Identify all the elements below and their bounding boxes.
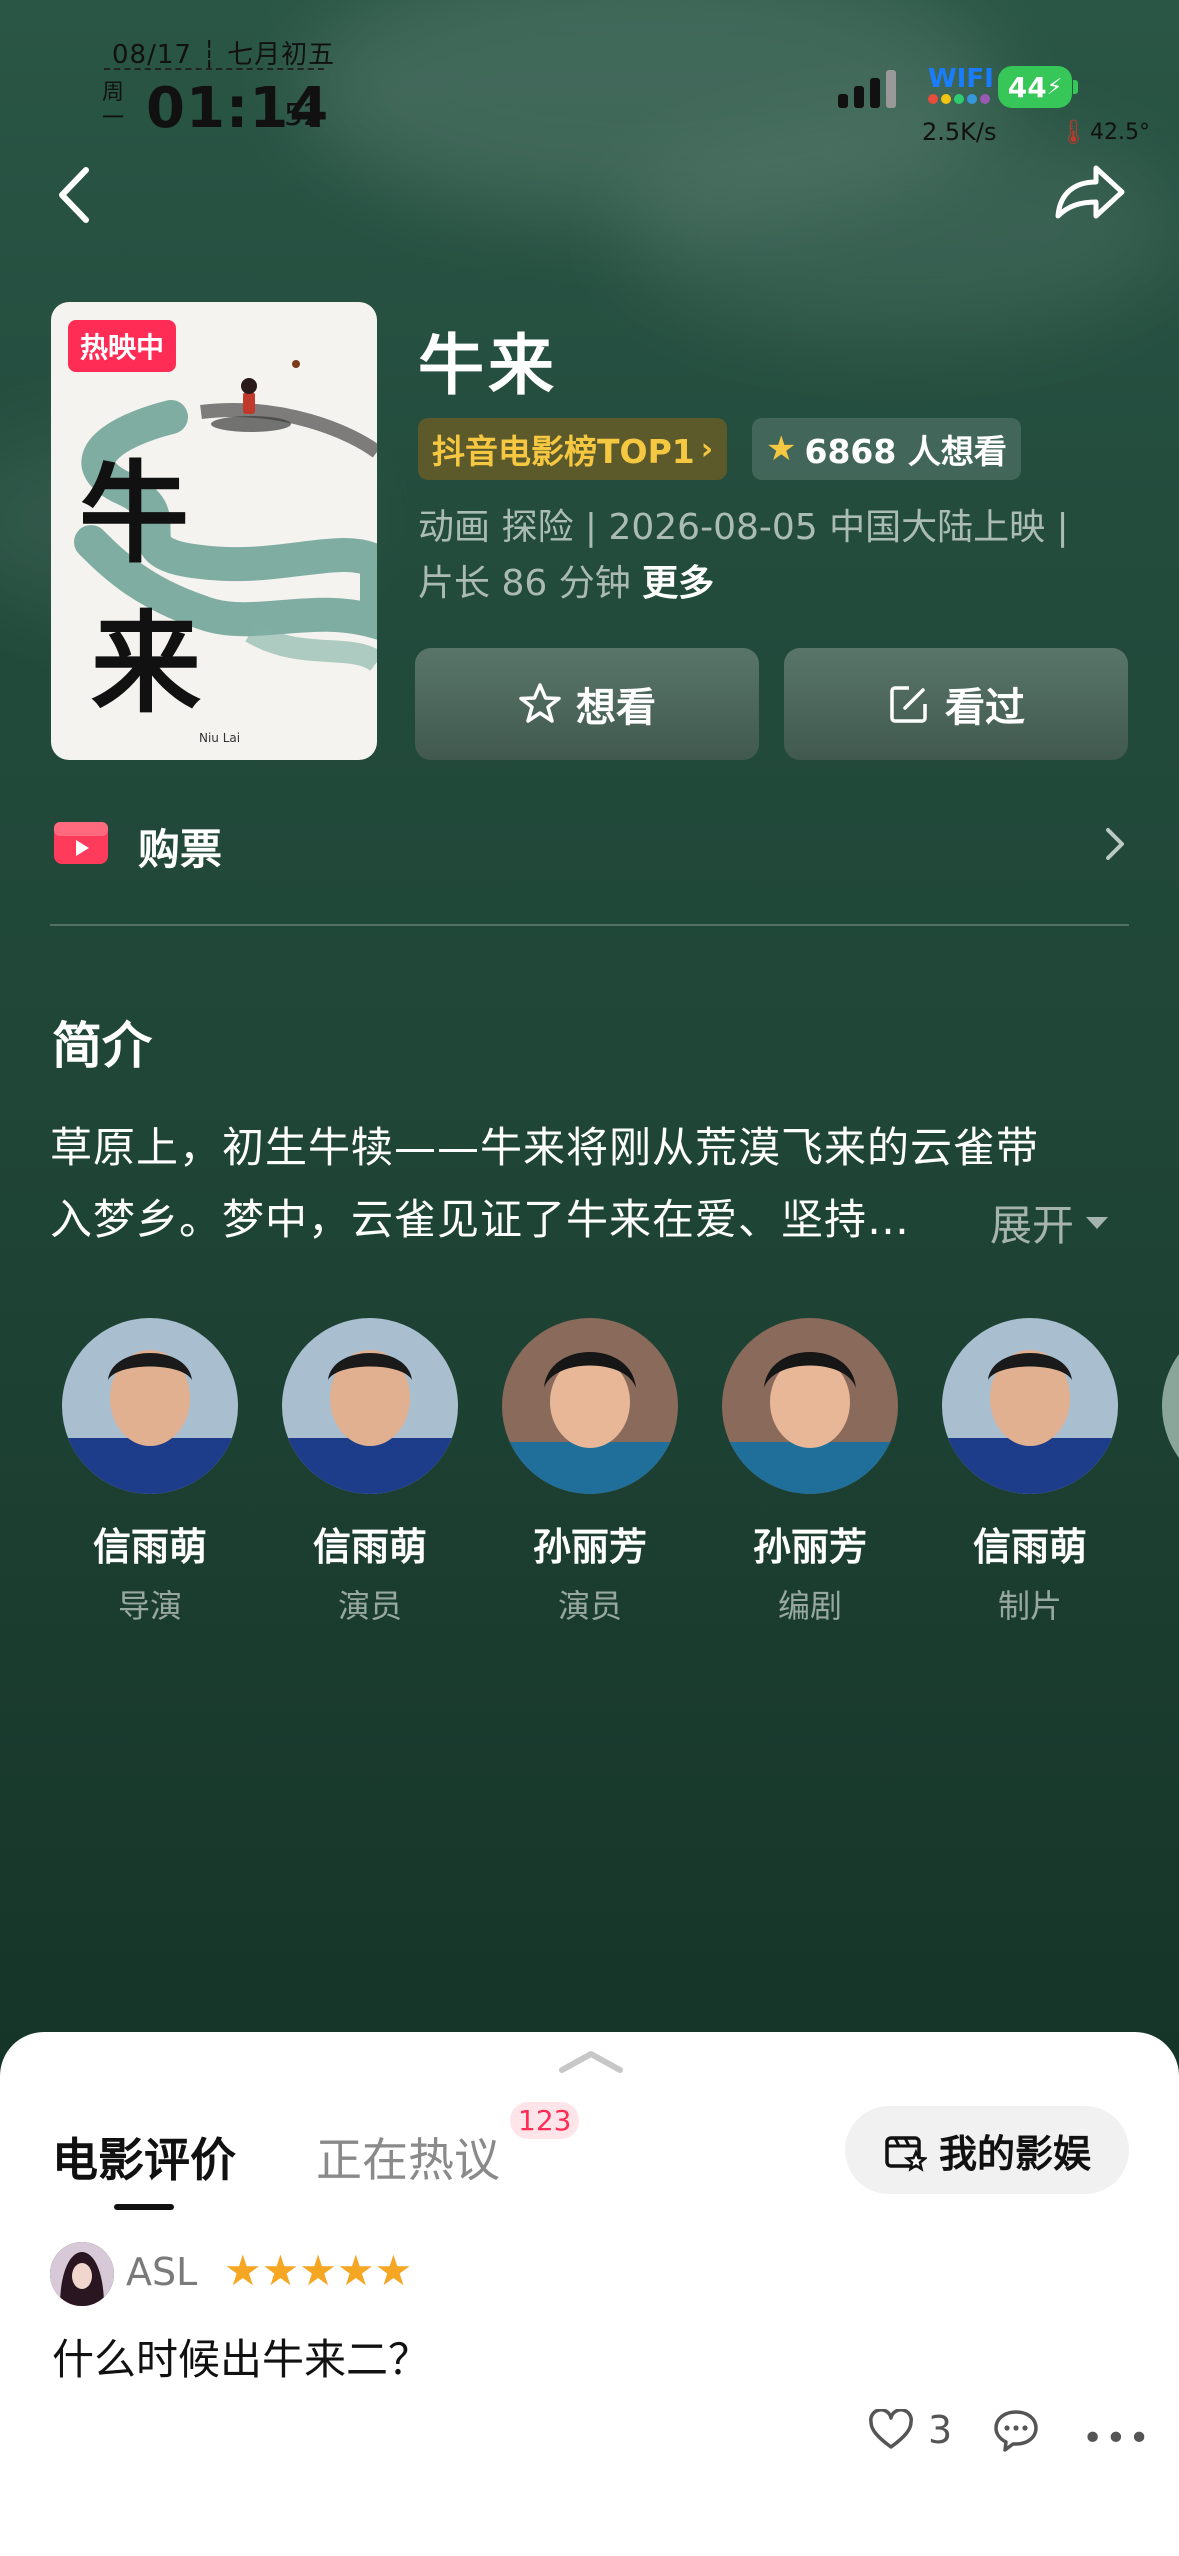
cast-avatar	[282, 1318, 458, 1494]
tab-hot[interactable]: 正在热议	[316, 2124, 500, 2190]
intro-heading: 简介	[52, 1017, 152, 1075]
review-text[interactable]: 什么时候出牛来二？	[52, 2326, 430, 2387]
chevron-right-icon: ›	[700, 431, 714, 467]
movie-meta: 动画 探险 | 2026-08-05 中国大陆上映 | 片长 86 分钟 更多	[418, 507, 1069, 604]
cast-name: 信雨萌	[312, 1525, 427, 1569]
ticket-icon[interactable]	[52, 818, 110, 868]
cast-name: 孙丽芳	[752, 1525, 867, 1569]
cast-name: 信雨萌	[92, 1525, 207, 1569]
like-button[interactable]: 3	[868, 2408, 952, 2452]
status-divider	[104, 68, 324, 70]
poster-title-char-1: 牛	[79, 449, 189, 578]
status-date: 08/17 ┆ 七月初五	[112, 40, 336, 70]
share-arrow-icon[interactable]	[1050, 158, 1130, 228]
tab-reviews[interactable]: 电影评价	[52, 2124, 236, 2190]
cast-item[interactable]: 信雨萌 演员	[282, 1318, 458, 1627]
star-icon: ★	[766, 429, 797, 469]
net-speed: 2.5K/s	[922, 118, 997, 146]
heart-icon	[869, 2409, 913, 2449]
cast-role: 编剧	[777, 1587, 842, 1625]
wifi-label: WIFI	[928, 64, 994, 94]
poster-caption: Niu Lai	[199, 731, 240, 745]
temperature: 42.5°	[1090, 120, 1150, 145]
want-button[interactable]: 想看	[415, 648, 759, 760]
cast-name: 信雨萌	[972, 1525, 1087, 1569]
cast-item[interactable]: 孙丽芳 演员	[502, 1318, 678, 1627]
more-options-icon[interactable]: •••	[1082, 2418, 1152, 2459]
thermometer-icon: 🌡	[1058, 118, 1089, 146]
want-count-badge: ★ 6868 人想看	[752, 418, 1021, 480]
seen-button[interactable]: 看过	[784, 648, 1128, 760]
wifi-signal-icon	[928, 94, 990, 104]
status-weekday: 周一	[102, 80, 125, 131]
user-name[interactable]: ASL	[126, 2250, 197, 2294]
cast-item[interactable]: 信雨萌 制片	[942, 1318, 1118, 1627]
like-count: 3	[928, 2408, 953, 2452]
chevron-right-icon[interactable]	[1100, 822, 1130, 866]
cast-overflow-item[interactable]	[1162, 1318, 1179, 1494]
hot-count-badge: 123	[510, 2102, 580, 2139]
signal-icon	[838, 70, 896, 108]
rating-stars: ★★★★★	[224, 2246, 413, 2295]
cast-name: 孙丽芳	[532, 1525, 647, 1569]
film-star-icon	[885, 2136, 927, 2172]
cast-role: 导演	[117, 1587, 182, 1625]
comment-icon[interactable]	[992, 2408, 1040, 2454]
expand-button[interactable]: 展开	[990, 1192, 1110, 1253]
cast-avatar	[722, 1318, 898, 1494]
battery-icon: 44 ⚡	[998, 66, 1072, 108]
cast-role: 制片	[997, 1587, 1062, 1625]
now-showing-badge: 热映中	[68, 320, 177, 372]
chevron-up-icon[interactable]	[556, 2046, 626, 2076]
status-seconds: 52	[284, 98, 323, 133]
caret-down-icon	[1086, 1216, 1109, 1229]
edit-icon	[890, 686, 927, 723]
poster-title-char-2: 来	[91, 599, 201, 728]
cast-item[interactable]: 信雨萌 导演	[62, 1318, 238, 1627]
section-divider	[50, 924, 1129, 926]
intro-text: 草原上，初生牛犊——牛来将刚从荒漠飞来的云雀带 入梦乡。梦中，云雀见证了牛来在爱…	[50, 1123, 1040, 1244]
buy-ticket-label[interactable]: 购票	[138, 816, 222, 877]
rank-badge[interactable]: 抖音电影榜TOP1 ›	[418, 418, 728, 480]
cast-avatar	[502, 1318, 678, 1494]
chevron-left-icon[interactable]	[50, 160, 100, 230]
cast-avatar	[942, 1318, 1118, 1494]
cast-item[interactable]: 孙丽芳 编剧	[722, 1318, 898, 1627]
cast-role: 演员	[557, 1587, 622, 1625]
my-entertainment-button[interactable]: 我的影娱	[845, 2106, 1129, 2194]
user-avatar[interactable]	[50, 2242, 114, 2306]
cast-role: 演员	[337, 1587, 402, 1625]
meta-more-link[interactable]: 更多	[642, 563, 714, 604]
movie-title: 牛来	[418, 327, 558, 404]
star-outline-icon	[519, 683, 561, 723]
tab-indicator	[114, 2204, 174, 2210]
cast-avatar	[62, 1318, 238, 1494]
battery-tip	[1073, 80, 1078, 94]
